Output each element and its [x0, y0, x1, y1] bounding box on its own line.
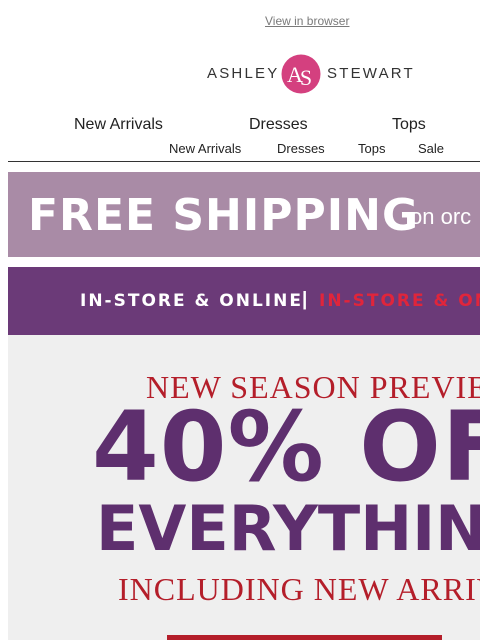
svg-text:S: S [300, 65, 312, 90]
nav-tops[interactable]: Tops [392, 116, 426, 134]
logo-monogram-icon: A S [281, 54, 321, 94]
shop-now-button[interactable] [167, 635, 442, 640]
subnav-sale[interactable]: Sale [418, 141, 444, 156]
in-store-online-banner[interactable]: IN-STORE & ONLINE | IN-STORE & ON [8, 267, 480, 335]
nav-dresses[interactable]: Dresses [249, 116, 308, 134]
banner-separator: | [302, 289, 308, 310]
subnav-new-arrivals[interactable]: New Arrivals [169, 141, 241, 156]
view-in-browser-link[interactable]: View in browser [265, 14, 349, 28]
in-store-online-text-accent: IN-STORE & ON [319, 291, 480, 311]
logo-word-right: STEWART [327, 65, 415, 82]
subnav-tops[interactable]: Tops [358, 141, 385, 156]
free-shipping-banner[interactable]: FREE SHIPPING on orc [8, 172, 480, 257]
promo-including-line: INCLUDING NEW ARRIVALS [118, 571, 480, 607]
in-store-online-text: IN-STORE & ONLINE [80, 291, 303, 311]
ashley-stewart-logo[interactable]: ASHLEY A S STEWART [207, 52, 415, 96]
sale-promo-banner[interactable]: NEW SEASON PREVIEW 40% OFF EVERYTHING IN… [8, 335, 480, 640]
nav-divider [8, 161, 480, 162]
nav-new-arrivals[interactable]: New Arrivals [74, 116, 163, 134]
promo-everything: EVERYTHING [96, 492, 480, 565]
promo-discount: 40% OFF [92, 391, 480, 503]
subnav-dresses[interactable]: Dresses [277, 141, 325, 156]
free-shipping-headline: FREE SHIPPING [28, 190, 420, 241]
free-shipping-tail: on orc [410, 204, 472, 229]
logo-word-left: ASHLEY [207, 65, 280, 82]
